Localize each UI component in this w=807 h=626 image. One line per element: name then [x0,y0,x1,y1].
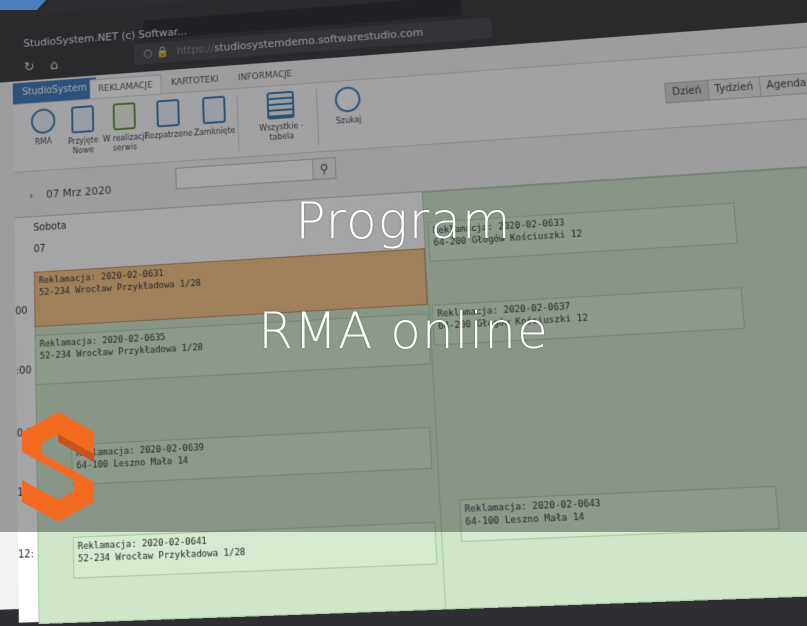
dark-overlay [0,0,807,532]
headline-line-2: RMA online [258,302,549,360]
headline-line-1: Program [295,192,512,250]
company-logo-icon [22,412,94,526]
time-label: 12: [18,548,34,561]
